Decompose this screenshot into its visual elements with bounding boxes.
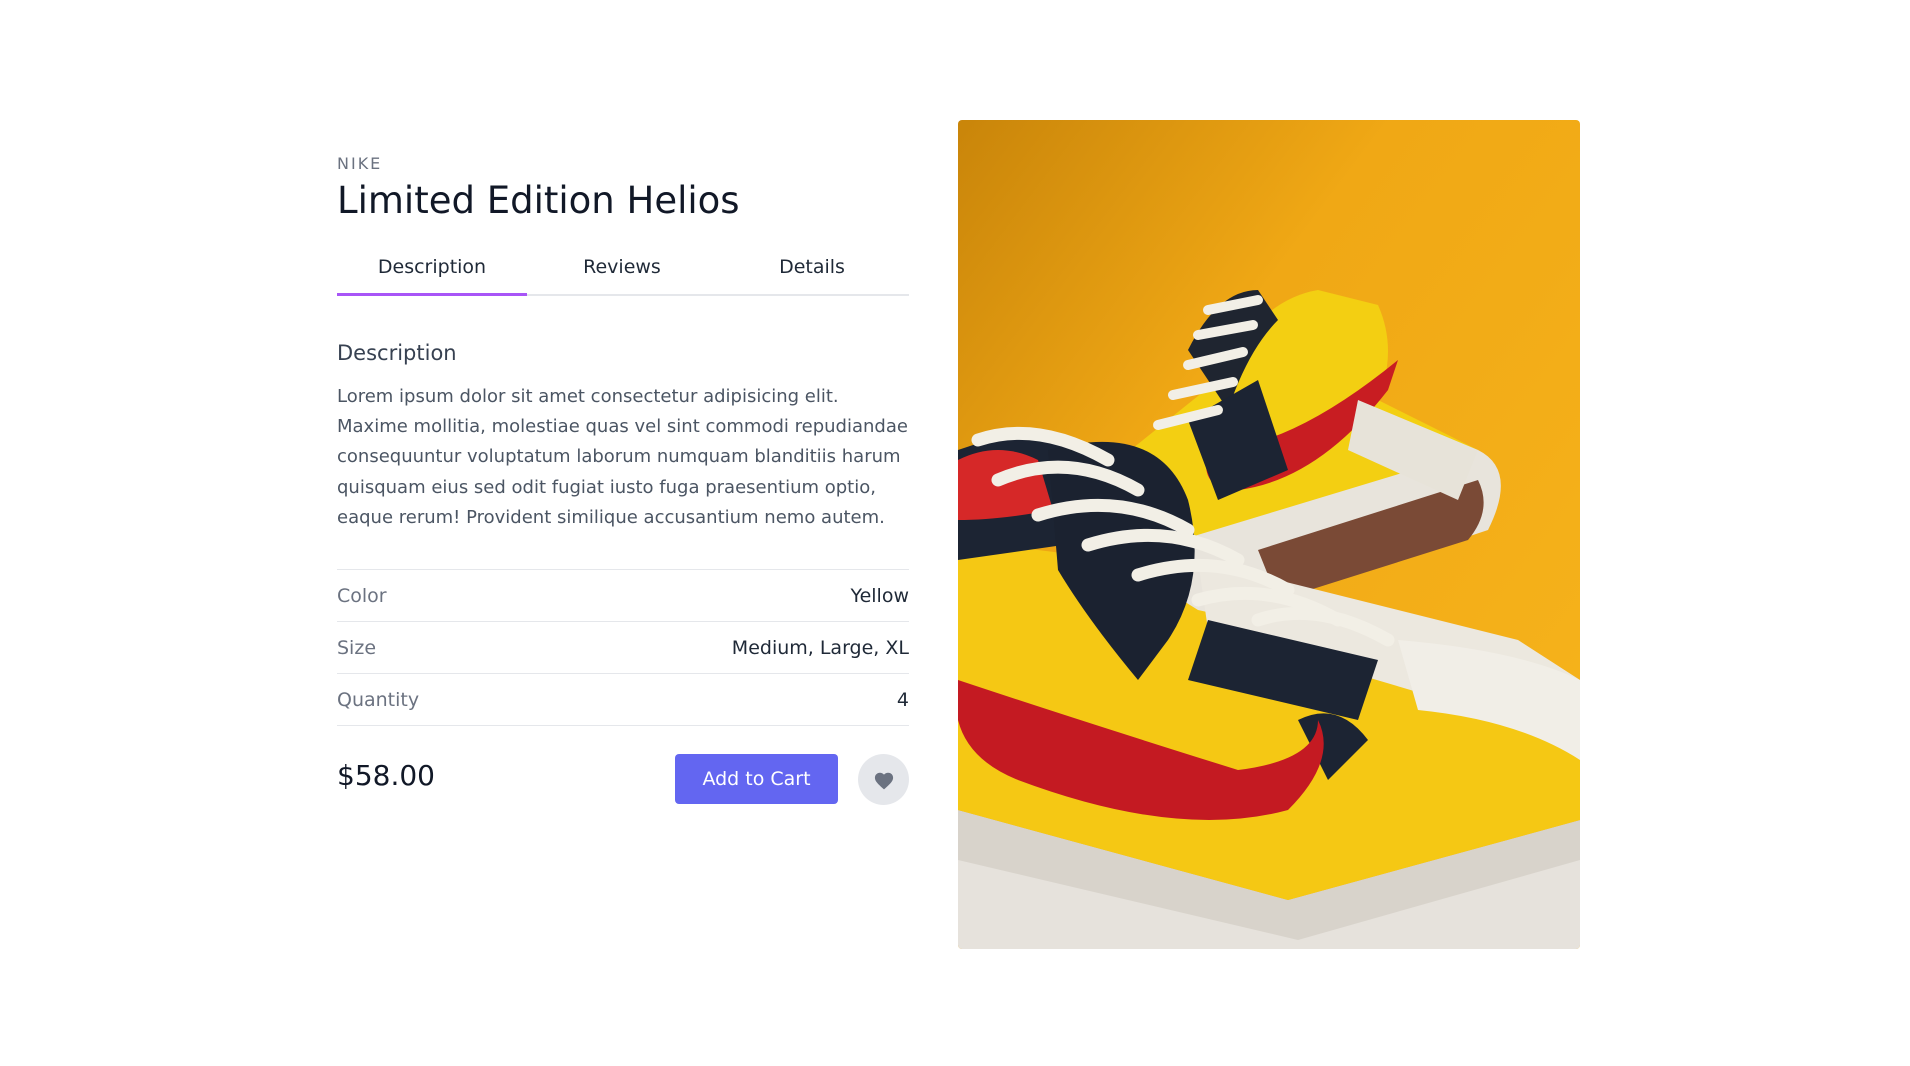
- description-text: Lorem ipsum dolor sit amet consectetur a…: [337, 386, 908, 528]
- spec-label: Quantity: [337, 688, 420, 711]
- spec-value: Medium, Large, XL: [731, 636, 909, 659]
- description-heading: Description: [337, 341, 457, 365]
- spec-table: Color Yellow Size Medium, Large, XL Quan…: [337, 569, 909, 726]
- product-brand: NIKE: [337, 154, 383, 173]
- product-price: $58.00: [337, 759, 435, 792]
- spec-value: 4: [896, 688, 909, 711]
- spec-row-quantity: Quantity 4: [337, 674, 909, 726]
- heart-icon: [874, 772, 893, 789]
- tab-reviews[interactable]: Reviews: [527, 248, 717, 294]
- sneaker-illustration: [958, 120, 1580, 949]
- add-to-cart-button[interactable]: Add to Cart: [675, 754, 838, 804]
- product-title: Limited Edition Helios: [337, 179, 740, 222]
- tab-details[interactable]: Details: [717, 248, 907, 294]
- spec-row-size: Size Medium, Large, XL: [337, 622, 909, 674]
- tab-description[interactable]: Description: [337, 248, 527, 296]
- wishlist-button[interactable]: [858, 754, 909, 805]
- spec-value: Yellow: [850, 584, 910, 607]
- product-tabs: Description Reviews Details: [337, 248, 909, 296]
- spec-label: Color: [337, 584, 387, 607]
- spec-row-color: Color Yellow: [337, 570, 909, 622]
- spec-label: Size: [337, 636, 377, 659]
- product-image: [958, 120, 1580, 949]
